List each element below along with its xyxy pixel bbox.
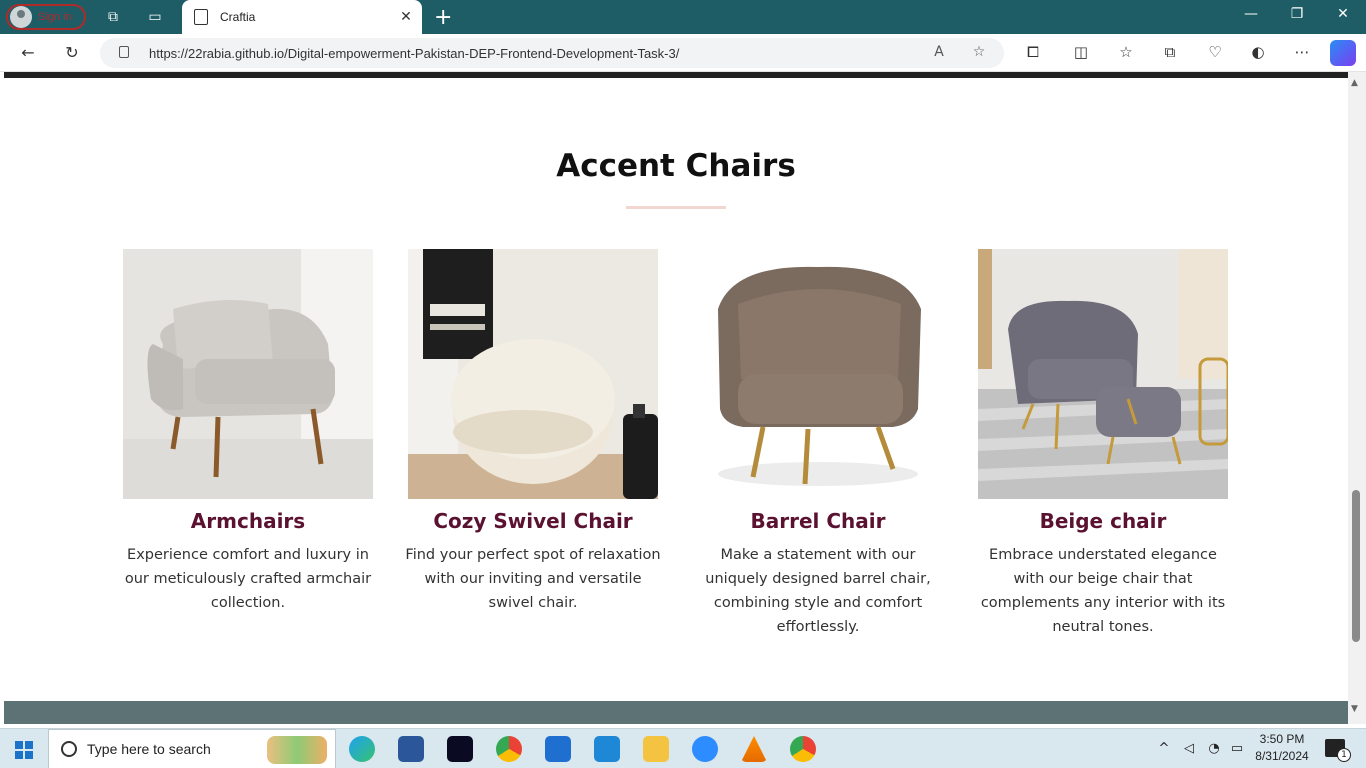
- chrome-profile-taskbar-icon[interactable]: [790, 736, 816, 762]
- card-description: Embrace understated elegance with our be…: [980, 547, 1226, 635]
- edge-taskbar-icon[interactable]: [349, 736, 375, 762]
- search-placeholder: Type here to search: [87, 741, 211, 757]
- dev-taskbar-icon[interactable]: [447, 736, 473, 762]
- minimize-icon[interactable]: —: [1241, 6, 1261, 22]
- taskbar-search[interactable]: Type here to search: [48, 729, 336, 768]
- sign-in-button[interactable]: Sign in: [6, 4, 86, 30]
- close-window-icon[interactable]: ✕: [1333, 6, 1353, 22]
- collections-icon[interactable]: ⧉: [1160, 43, 1180, 61]
- scrollbar-thumb[interactable]: [1352, 490, 1360, 642]
- product-card[interactable]: Cozy Swivel Chair Find your perfect spot…: [403, 249, 663, 615]
- taskbar-clock[interactable]: 3:50 PM 8/31/2024: [1250, 731, 1314, 765]
- word-taskbar-icon[interactable]: [398, 736, 424, 762]
- split-screen-icon[interactable]: ◫: [1071, 43, 1091, 61]
- url-text[interactable]: https://22rabia.github.io/Digital-empowe…: [149, 46, 679, 61]
- tab-craftia[interactable]: Craftia ✕: [182, 0, 422, 34]
- tab-title: Craftia: [220, 10, 256, 24]
- search-icon: [61, 741, 77, 757]
- scroll-up-icon[interactable]: ▲: [1351, 78, 1358, 88]
- address-toolbar: ← ↻ https://22rabia.github.io/Digital-em…: [0, 34, 1366, 72]
- volume-icon[interactable]: ◁: [1180, 741, 1198, 756]
- card-title[interactable]: Barrel Chair: [688, 509, 948, 533]
- edge-icon[interactable]: ◐: [1248, 43, 1268, 61]
- zoom-taskbar-icon[interactable]: [692, 736, 718, 762]
- heading-underline: [626, 206, 726, 209]
- profile-avatar-icon: [10, 6, 32, 28]
- read-aloud-icon[interactable]: A: [930, 44, 948, 60]
- beige-chair-image[interactable]: [978, 249, 1228, 499]
- product-card[interactable]: Armchairs Experience comfort and luxury …: [118, 249, 378, 615]
- browser-essentials-icon[interactable]: ♡: [1205, 43, 1225, 61]
- page-viewport: Accent Chairs Armchairs Experience comfo…: [4, 72, 1348, 724]
- card-description: Experience comfort and luxury in our met…: [124, 547, 372, 611]
- notification-count: 1: [1337, 748, 1351, 762]
- windows-taskbar: Type here to search ^ ◁ ◔ ▭ 3:50 PM 8/31…: [0, 728, 1366, 768]
- store-taskbar-icon[interactable]: [545, 736, 571, 762]
- refresh-icon[interactable]: ↻: [62, 43, 82, 63]
- tab-actions-icon[interactable]: ▭: [146, 8, 164, 26]
- lock-icon: [119, 46, 129, 58]
- favorites-icon[interactable]: ☆: [1116, 43, 1136, 61]
- product-card[interactable]: Barrel Chair Make a statement with our u…: [688, 249, 948, 639]
- search-highlight-image: [267, 736, 327, 764]
- notification-icon[interactable]: 1: [1325, 739, 1351, 762]
- card-title[interactable]: Armchairs: [118, 509, 378, 533]
- hero-image-bottom-edge: [4, 72, 1348, 78]
- section-heading: Accent Chairs: [556, 148, 796, 184]
- more-menu-icon[interactable]: ⋯: [1292, 43, 1312, 61]
- copilot-icon[interactable]: [1330, 40, 1356, 66]
- card-title[interactable]: Cozy Swivel Chair: [403, 509, 663, 533]
- address-bar[interactable]: https://22rabia.github.io/Digital-empowe…: [100, 38, 1004, 68]
- scroll-down-icon[interactable]: ▼: [1351, 704, 1358, 714]
- battery-icon[interactable]: ▭: [1228, 741, 1246, 756]
- card-title[interactable]: Beige chair: [973, 509, 1233, 533]
- file-explorer-taskbar-icon[interactable]: [643, 736, 669, 762]
- card-description: Find your perfect spot of relaxation wit…: [405, 547, 661, 611]
- back-icon[interactable]: ←: [18, 43, 38, 63]
- card-description: Make a statement with our uniquely desig…: [705, 547, 931, 635]
- clock-date: 8/31/2024: [1255, 749, 1309, 763]
- browser-title-bar: Sign in ⧉ ▭ Craftia ✕ + — ❐ ✕: [0, 0, 1366, 34]
- windows-start-icon[interactable]: [15, 741, 33, 759]
- vertical-scrollbar[interactable]: ▲ ▼: [1348, 72, 1366, 724]
- new-tab-icon[interactable]: +: [434, 5, 454, 30]
- restore-icon[interactable]: ❐: [1287, 6, 1307, 22]
- chrome-taskbar-icon[interactable]: [496, 736, 522, 762]
- footer-bar: [4, 701, 1348, 724]
- show-hidden-icons-icon[interactable]: ^: [1155, 741, 1173, 756]
- clock-time: 3:50 PM: [1259, 732, 1305, 746]
- vlc-taskbar-icon[interactable]: [741, 736, 767, 762]
- barrel-chair-image[interactable]: [693, 249, 943, 499]
- extensions-icon[interactable]: ⧠: [1023, 43, 1043, 61]
- close-tab-icon[interactable]: ✕: [398, 9, 414, 25]
- swivel-chair-image[interactable]: [408, 249, 658, 499]
- sign-in-label: Sign in: [38, 11, 72, 23]
- network-icon[interactable]: ◔: [1205, 741, 1223, 756]
- product-card[interactable]: Beige chair Embrace understated elegance…: [973, 249, 1233, 639]
- vscode-taskbar-icon[interactable]: [594, 736, 620, 762]
- workspaces-icon[interactable]: ⧉: [104, 8, 122, 26]
- favorite-star-icon[interactable]: ☆: [970, 44, 988, 60]
- armchair-image[interactable]: [123, 249, 373, 499]
- page-icon: [194, 9, 208, 25]
